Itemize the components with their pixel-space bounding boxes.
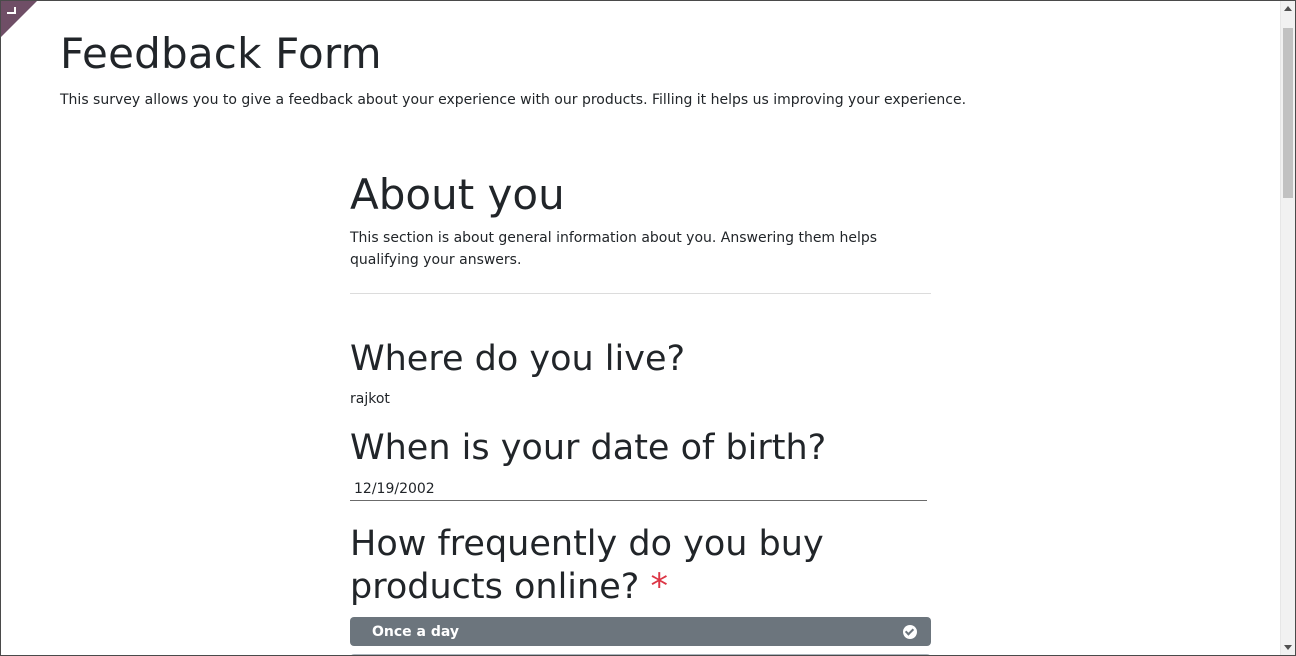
check-circle-icon <box>903 624 917 639</box>
required-marker: * <box>650 567 668 607</box>
question-location: Where do you live? <box>350 339 686 379</box>
choice-once-a-day[interactable]: Once a day <box>350 617 931 646</box>
choice-label: Once a day <box>372 623 460 640</box>
scroll-up-icon[interactable] <box>1284 6 1292 11</box>
section-description: This section is about general informatio… <box>350 230 878 268</box>
section-divider <box>350 293 931 294</box>
question-purchase-frequency: How frequently do you buy products onlin… <box>350 523 931 609</box>
location-answer[interactable]: rajkot <box>350 391 931 407</box>
survey-description: This survey allows you to give a feedbac… <box>60 92 967 108</box>
scroll-down-icon[interactable] <box>1284 645 1292 650</box>
survey-page: Feedback Form This survey allows you to … <box>0 0 1296 656</box>
corner-arrow-icon[interactable] <box>7 7 16 14</box>
date-of-birth-field[interactable] <box>350 481 927 501</box>
scroll-thumb[interactable] <box>1283 28 1293 198</box>
question-date-of-birth: When is your date of birth? <box>350 428 827 468</box>
question-purchase-frequency-text: How frequently do you buy products onlin… <box>350 524 824 607</box>
vertical-scrollbar[interactable] <box>1280 1 1295 655</box>
page-title: Feedback Form <box>60 29 382 78</box>
section-title: About you <box>350 170 565 219</box>
survey-section: About you This section is about general … <box>350 169 931 655</box>
